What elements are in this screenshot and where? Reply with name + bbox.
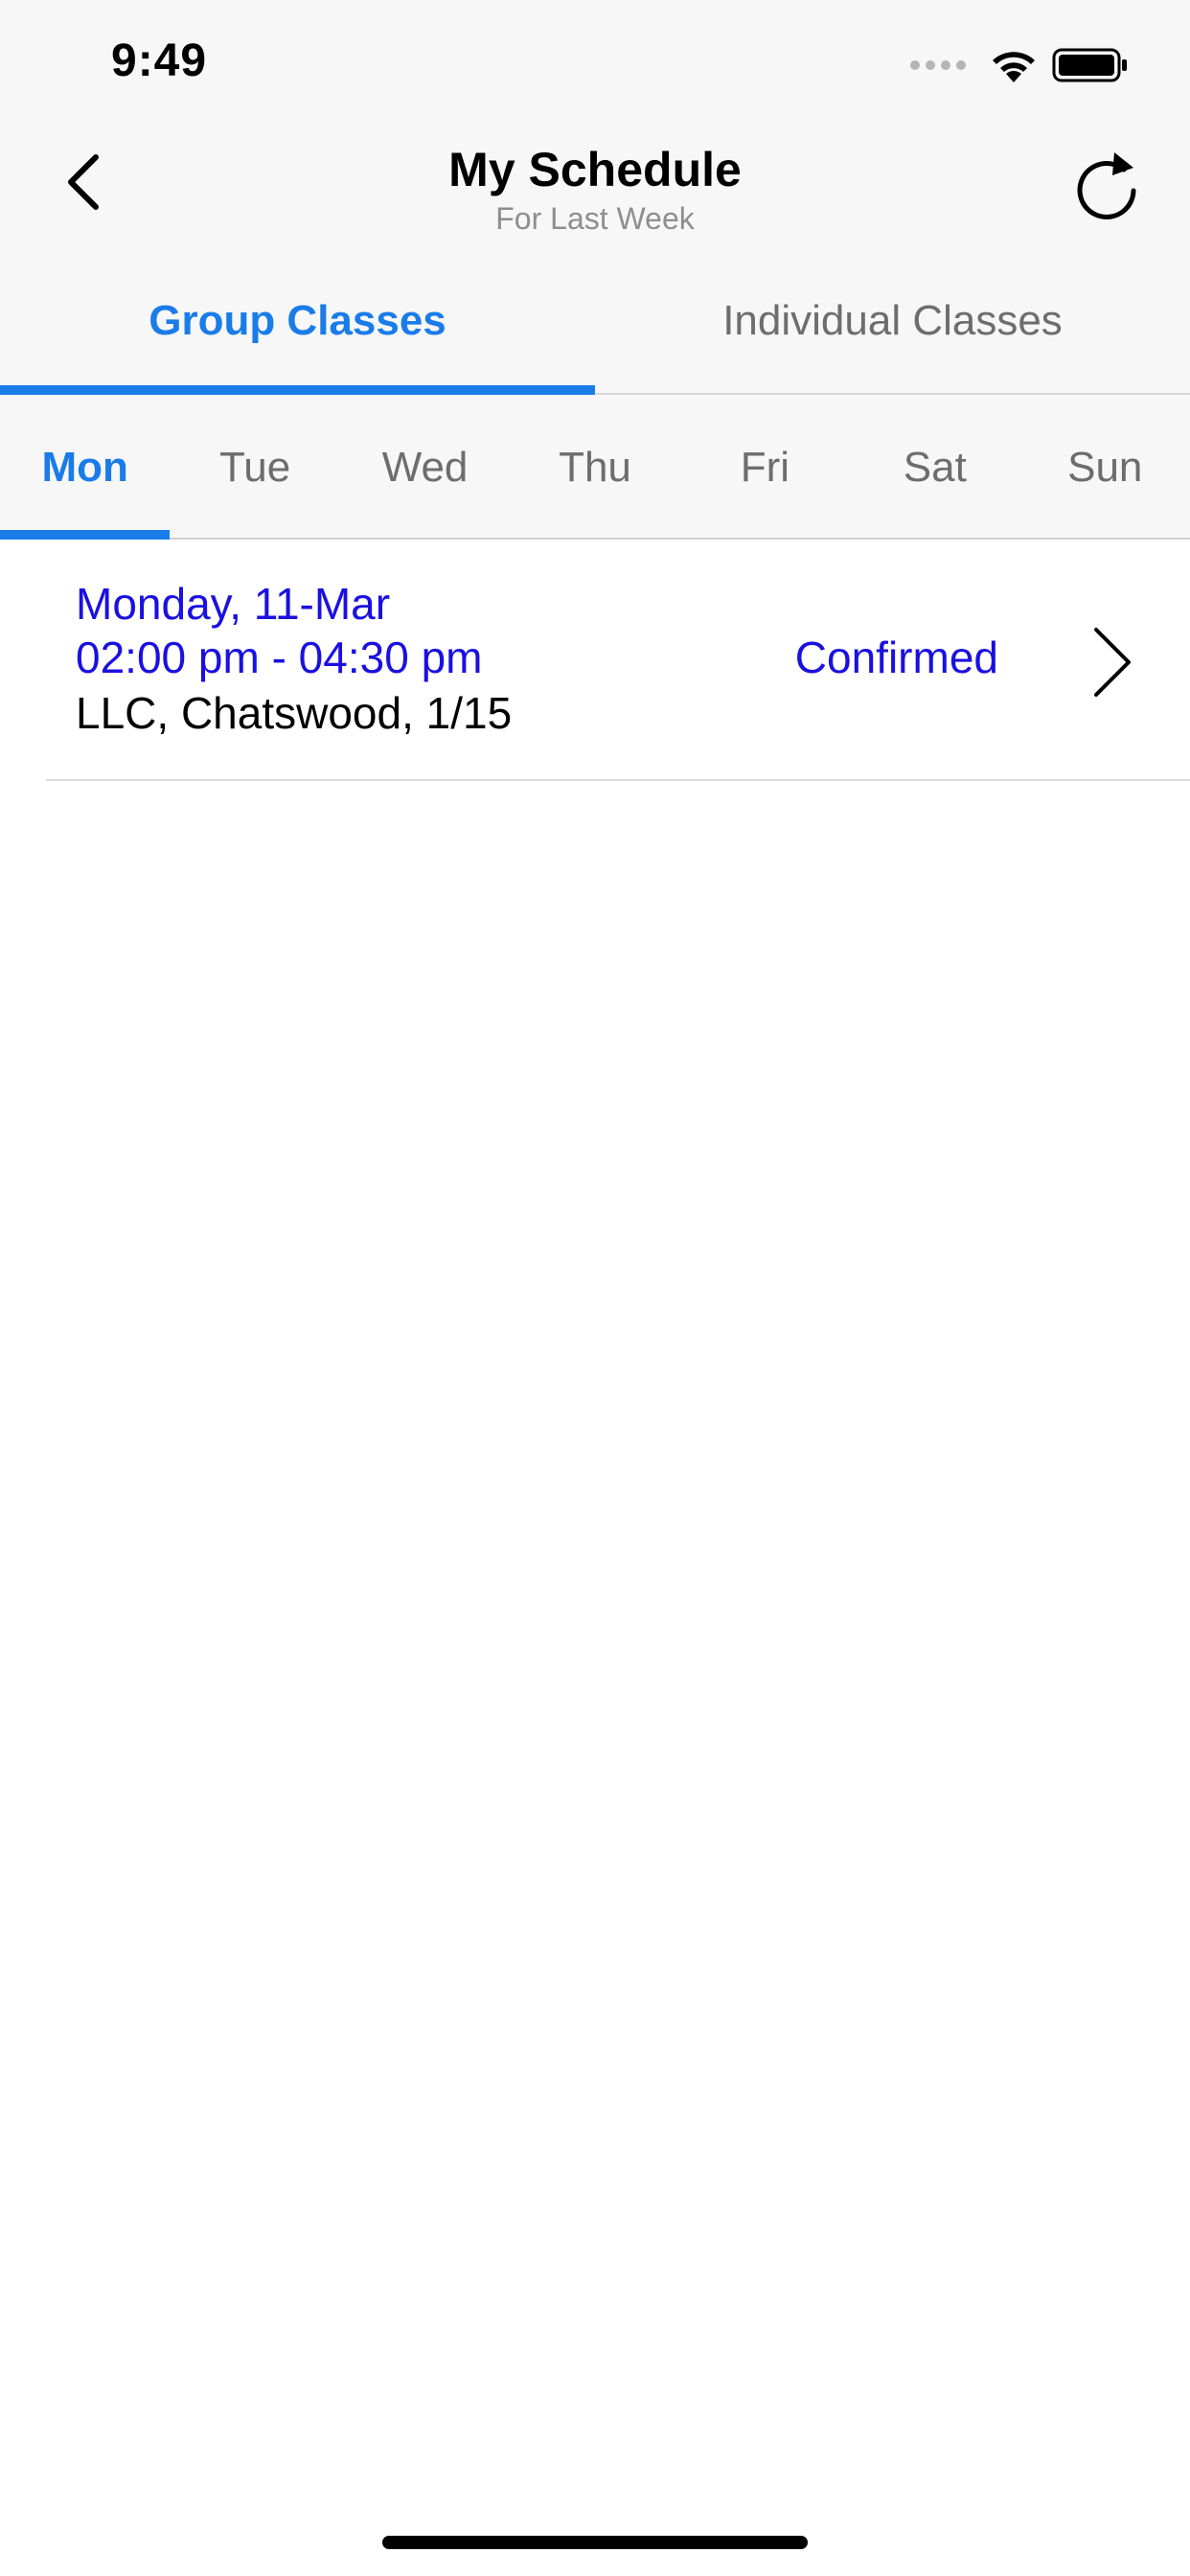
class-time: 02:00 pm - 04:30 pm — [76, 632, 483, 682]
refresh-icon — [1077, 152, 1136, 219]
class-list-item[interactable]: Monday, 11-Mar 02:00 pm - 04:30 pm LLC, … — [46, 540, 1190, 781]
day-tabs: Mon Tue Wed Thu Fri Sat Sun — [0, 397, 1190, 540]
class-location: LLC, Chatswood, 1/15 — [76, 688, 513, 738]
status-icons — [910, 44, 1129, 86]
battery-icon — [1052, 48, 1127, 82]
chevron-right-icon — [1094, 628, 1131, 697]
tab-individual-classes[interactable]: Individual Classes — [595, 268, 1190, 393]
class-type-tabs: Group Classes Individual Classes — [0, 268, 1190, 395]
tab-thu[interactable]: Thu — [510, 397, 679, 538]
page-subtitle: For Last Week — [495, 201, 695, 236]
status-time: 9:49 — [111, 35, 208, 86]
tab-wed[interactable]: Wed — [340, 397, 510, 538]
header-area: 9:49 My Schedule For Last Week Group Cla… — [0, 0, 1190, 540]
page-title: My Schedule — [448, 143, 742, 196]
refresh-button[interactable] — [1065, 142, 1152, 228]
class-status: Confirmed — [794, 632, 998, 682]
home-indicator — [382, 2536, 808, 2549]
cellular-signal-icon — [910, 60, 966, 70]
class-date: Monday, 11-Mar — [76, 579, 391, 629]
tab-group-classes[interactable]: Group Classes — [0, 268, 595, 395]
tab-mon[interactable]: Mon — [0, 397, 171, 540]
tab-fri[interactable]: Fri — [680, 397, 850, 538]
tab-sat[interactable]: Sat — [850, 397, 1019, 538]
tab-sun[interactable]: Sun — [1020, 397, 1190, 538]
wifi-icon — [993, 52, 1035, 82]
tab-tue[interactable]: Tue — [170, 397, 339, 538]
